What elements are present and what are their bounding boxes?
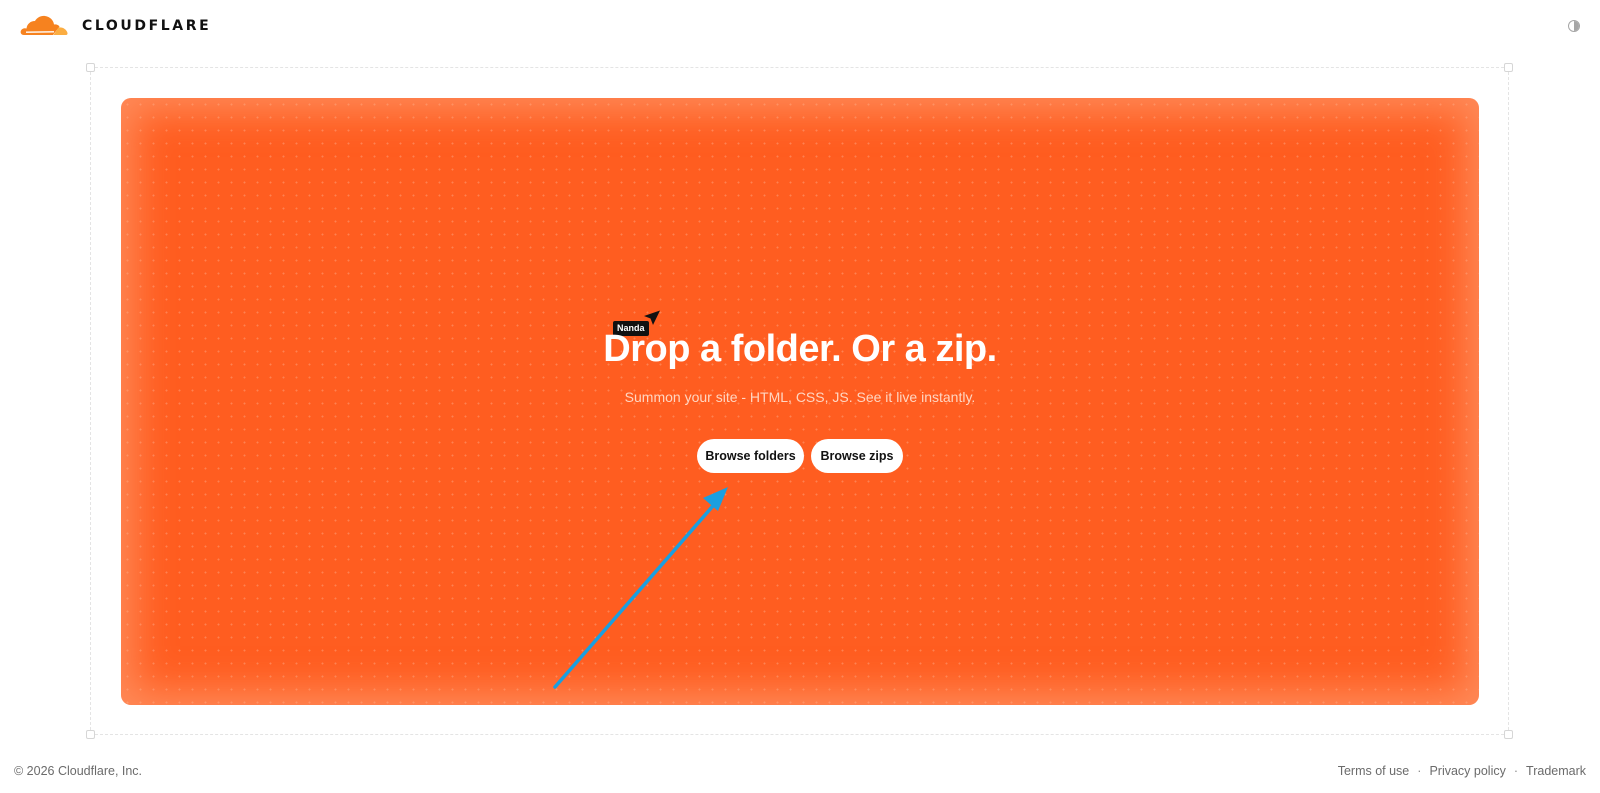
- privacy-policy-link[interactable]: Privacy policy: [1429, 764, 1505, 778]
- header: CLOUDFLARE: [0, 0, 1600, 54]
- cloudflare-logo-link[interactable]: CLOUDFLARE: [20, 15, 211, 37]
- frame-corner-handle: [86, 63, 95, 72]
- frame-corner-handle: [1504, 63, 1513, 72]
- dropzone-subtitle: Summon your site - HTML, CSS, JS. See it…: [624, 389, 976, 405]
- footer-links: Terms of use · Privacy policy · Trademar…: [1338, 764, 1586, 778]
- terms-of-use-link[interactable]: Terms of use: [1338, 764, 1410, 778]
- frame-corner-handle: [1504, 730, 1513, 739]
- cursor-pointer-icon: [644, 310, 660, 325]
- browse-folders-button[interactable]: Browse folders: [697, 439, 804, 473]
- copyright-text: © 2026 Cloudflare, Inc.: [14, 764, 143, 778]
- browse-zips-button[interactable]: Browse zips: [811, 439, 903, 473]
- brand-name: CLOUDFLARE: [82, 18, 212, 34]
- frame-corner-handle: [86, 730, 95, 739]
- footer-separator: ·: [1417, 764, 1422, 778]
- dropzone-title: Drop a folder. Or a zip.: [603, 328, 997, 370]
- theme-toggle-icon[interactable]: [1568, 20, 1580, 32]
- page: CLOUDFLARE Nanda Drop a folder. Or a zip…: [0, 0, 1600, 793]
- trademark-link[interactable]: Trademark: [1526, 764, 1586, 778]
- cloudflare-cloud-logo-icon: [20, 15, 68, 35]
- footer-separator: ·: [1513, 764, 1519, 778]
